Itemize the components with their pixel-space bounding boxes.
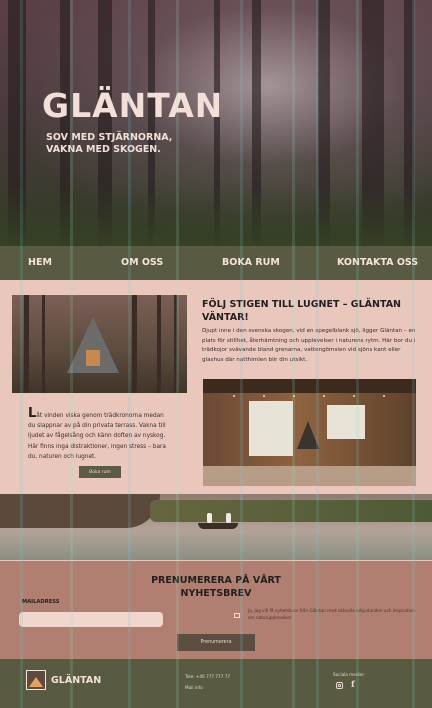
footer-brand: GLÄNTAN [51, 675, 102, 686]
hero-title: GLÄNTAN [42, 86, 224, 125]
subscribe-button[interactable]: Prenumerera [177, 634, 255, 651]
facebook-icon[interactable]: f [351, 680, 355, 690]
nav-contact[interactable]: KONTAKTA OSS [337, 257, 418, 268]
consent-checkbox[interactable] [234, 613, 240, 618]
section-description: Låt vinden viska genom trädkronorna meda… [28, 407, 168, 462]
hero-tagline: SOV MED STJÄRNORNA, VAKNA MED SKOGEN. [46, 132, 173, 155]
section-heading: FÖLJ STIGEN TILL LUGNET – GLÄNTAN VÄNTAR… [202, 299, 402, 323]
main-nav: HEM OM OSS BOKA RUM KONTAKTA OSS [0, 246, 432, 280]
email-label: MAILADRESS [22, 599, 60, 605]
social-media-label: Sociala medier [333, 672, 365, 677]
newsletter-heading: PRENUMERERA PÅ VÅRT NYHETSBREV [151, 575, 281, 599]
nav-book-room[interactable]: BOKA RUM [222, 257, 280, 268]
footer-phone: Tele: +46 777 777 77 [185, 674, 231, 679]
a-frame-cabin-image [12, 295, 187, 393]
nav-home[interactable]: HEM [28, 257, 52, 268]
footer-email[interactable]: Mail info [185, 685, 203, 690]
nav-about[interactable]: OM OSS [121, 257, 163, 268]
cabin-interior-image [203, 379, 416, 486]
consent-text: Ja, jag vill få nyhetsbrev från Gläntan … [248, 608, 415, 620]
logo-icon[interactable] [26, 670, 46, 690]
email-input[interactable] [19, 612, 163, 627]
book-room-button[interactable]: Boka rum [79, 466, 121, 478]
lake-canoe-image [0, 494, 432, 560]
section-description-text: åt vinden viska genom trädkronorna medan… [28, 413, 166, 460]
instagram-icon[interactable] [336, 682, 343, 689]
section-intro-text: Djupt inne i den svenska skogen, vid en … [202, 328, 416, 364]
